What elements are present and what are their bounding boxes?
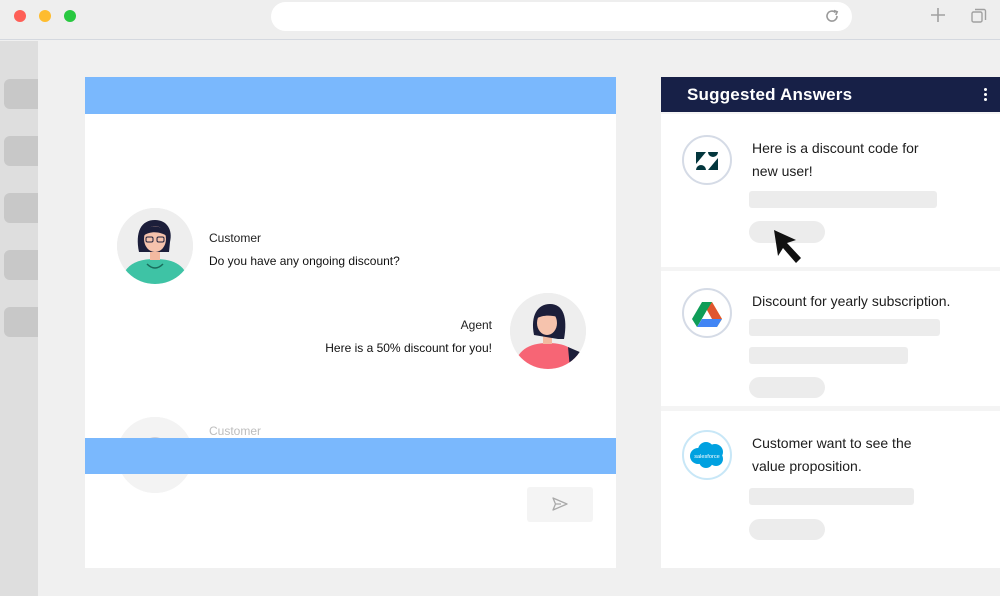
message-text: Here is a 50% discount for you!	[325, 341, 492, 355]
mouse-pointer-icon	[774, 230, 801, 263]
new-tab-icon[interactable]	[929, 6, 947, 24]
left-sidebar	[0, 41, 38, 596]
reload-icon[interactable]	[824, 8, 840, 24]
sidebar-item-5[interactable]	[4, 307, 38, 337]
sidebar-item-3[interactable]	[4, 193, 38, 223]
address-bar[interactable]	[271, 2, 852, 31]
chat-header-bar	[85, 77, 616, 114]
kebab-menu-icon[interactable]	[984, 88, 988, 104]
sidebar-item-2[interactable]	[4, 136, 38, 166]
message-text: Do you have any ongoing discount?	[209, 254, 400, 268]
customer-avatar	[117, 208, 193, 284]
suggestion-text: Here is a discount code for new user!	[752, 140, 919, 179]
text-placeholder	[749, 191, 937, 208]
zendesk-logo-icon	[682, 135, 732, 185]
text-placeholder	[749, 488, 914, 505]
suggestion-card[interactable]: Here is a discount code for new user!	[661, 114, 1000, 267]
suggestion-text: Discount for yearly subscription.	[752, 293, 951, 309]
sidebar-item-1[interactable]	[4, 79, 38, 109]
chat-panel: Customer Do you have any ongoing discoun…	[85, 77, 616, 568]
salesforce-logo-icon: salesforce	[682, 430, 732, 480]
suggestion-card[interactable]: salesforce Customer want to see the valu…	[661, 411, 1000, 568]
panel-header: Suggested Answers	[661, 77, 1000, 112]
send-button[interactable]	[527, 487, 593, 522]
action-placeholder	[749, 377, 825, 398]
close-window-button[interactable]	[14, 10, 26, 22]
maximize-window-button[interactable]	[64, 10, 76, 22]
salesforce-logo-text: salesforce	[694, 454, 720, 460]
browser-toolbar	[0, 0, 1000, 40]
google-drive-logo-icon	[682, 288, 732, 338]
text-placeholder	[749, 347, 908, 364]
send-icon	[552, 497, 568, 511]
agent-avatar	[510, 293, 586, 369]
panel-title: Suggested Answers	[687, 85, 853, 104]
action-placeholder	[749, 519, 825, 540]
tabs-overview-icon[interactable]	[970, 7, 988, 25]
message-sender-name: Customer	[209, 424, 262, 438]
suggestion-text: Customer want to see the value propositi…	[752, 435, 912, 474]
sidebar-item-4[interactable]	[4, 250, 38, 280]
message-sender-name: Agent	[460, 318, 492, 332]
suggestion-card[interactable]: Discount for yearly subscription.	[661, 271, 1000, 406]
text-placeholder	[749, 319, 940, 336]
message-input[interactable]	[85, 438, 616, 474]
minimize-window-button[interactable]	[39, 10, 51, 22]
suggested-answers-panel: Suggested Answers Here is a discount cod…	[661, 77, 1000, 568]
message-sender-name: Customer	[209, 231, 262, 245]
